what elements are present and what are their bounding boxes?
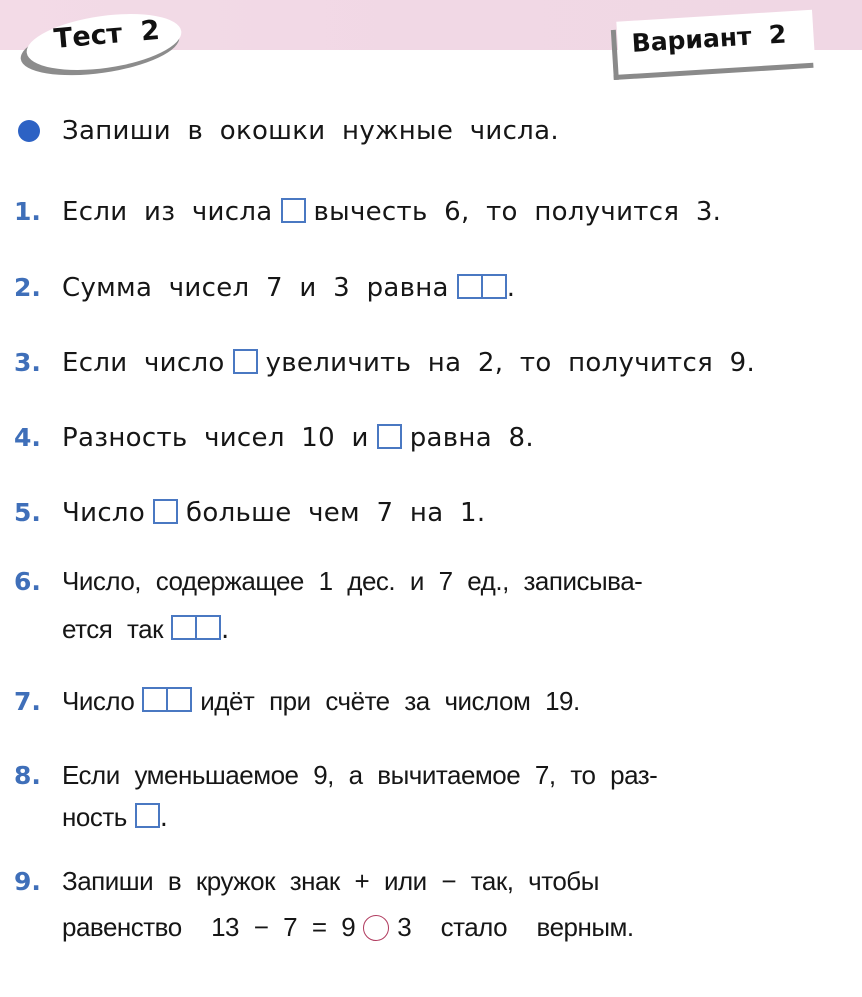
task-1: 1. Если из числа вычесть 6, то получится… bbox=[14, 197, 721, 227]
task-6: 6. Число, содержащее 1 дес. и 7 ед., зап… bbox=[14, 566, 643, 597]
task-8-line2: ность . bbox=[62, 802, 168, 833]
answer-box[interactable] bbox=[376, 423, 402, 449]
task-8: 8. Если уменьшаемое 9, а вычитаемое 7, т… bbox=[14, 760, 658, 791]
bullet-icon bbox=[18, 120, 40, 142]
task-9-line2: равенство 13 − 7 = 9 3 стало верным. bbox=[62, 912, 634, 943]
task-number: 6. bbox=[14, 567, 41, 596]
task-text-after: 3 стало верным. bbox=[397, 912, 634, 942]
task-9: 9. Запиши в кружок знак + или − так, что… bbox=[14, 866, 599, 897]
answer-box[interactable] bbox=[134, 803, 160, 828]
task-text-after: . bbox=[506, 273, 516, 303]
task-number: 4. bbox=[14, 423, 41, 452]
instruction-text: Запиши в окошки нужные числа. bbox=[62, 116, 559, 146]
task-text-before: Разность чисел 10 и bbox=[62, 423, 369, 453]
task-text-after: равна 8. bbox=[409, 423, 534, 453]
task-number: 5. bbox=[14, 498, 41, 527]
answer-box-two-digit[interactable] bbox=[456, 273, 507, 299]
task-text-before: Число bbox=[62, 686, 135, 716]
answer-box[interactable] bbox=[232, 348, 258, 374]
answer-box-two-digit[interactable] bbox=[142, 687, 193, 712]
task-number: 1. bbox=[14, 197, 41, 226]
task-text-line1: Число, содержащее 1 дес. и 7 ед., записы… bbox=[62, 566, 643, 596]
answer-box-two-digit[interactable] bbox=[170, 615, 221, 640]
variant-badge: Вариант 2 bbox=[610, 9, 816, 82]
task-text-after: . bbox=[220, 614, 230, 645]
task-text-before: Если из числа bbox=[62, 197, 273, 227]
instruction: Запиши в окошки нужные числа. bbox=[18, 116, 559, 146]
task-number: 2. bbox=[14, 273, 41, 302]
task-text-before: равенство 13 − 7 = 9 bbox=[62, 912, 356, 942]
task-7: 7. Число идёт при счёте за числом 19. bbox=[14, 686, 580, 717]
task-4: 4. Разность чисел 10 и равна 8. bbox=[14, 423, 534, 453]
task-number: 8. bbox=[14, 761, 41, 790]
answer-box[interactable] bbox=[280, 197, 306, 223]
task-text-after: увеличить на 2, то получится 9. bbox=[265, 348, 756, 378]
task-text-before: Сумма чисел 7 и 3 равна bbox=[62, 273, 449, 303]
task-text-before: Если число bbox=[62, 348, 225, 378]
answer-box[interactable] bbox=[153, 498, 179, 524]
task-text-after: вычесть 6, то получится 3. bbox=[313, 197, 722, 227]
task-text-before: ность bbox=[62, 802, 127, 832]
task-text-after: идёт при счёте за числом 19. bbox=[200, 686, 580, 716]
task-number: 9. bbox=[14, 867, 41, 896]
task-number: 7. bbox=[14, 687, 41, 716]
task-text-before: ется так bbox=[62, 614, 163, 644]
task-text-line1: Если уменьшаемое 9, а вычитаемое 7, то р… bbox=[62, 760, 658, 790]
task-6-line2: ется так . bbox=[62, 614, 230, 645]
task-text-before: Число bbox=[62, 498, 146, 528]
task-number: 3. bbox=[14, 348, 41, 377]
task-text-after: . bbox=[159, 802, 169, 833]
answer-circle[interactable] bbox=[363, 914, 390, 941]
task-2: 2. Сумма чисел 7 и 3 равна . bbox=[14, 273, 515, 303]
task-5: 5. Число больше чем 7 на 1. bbox=[14, 498, 485, 528]
task-text-after: больше чем 7 на 1. bbox=[186, 498, 486, 528]
test-badge: Тест 2 bbox=[14, 8, 182, 76]
task-3: 3. Если число увеличить на 2, то получит… bbox=[14, 348, 755, 378]
task-text-line1: Запиши в кружок знак + или − так, чтобы bbox=[62, 866, 599, 896]
